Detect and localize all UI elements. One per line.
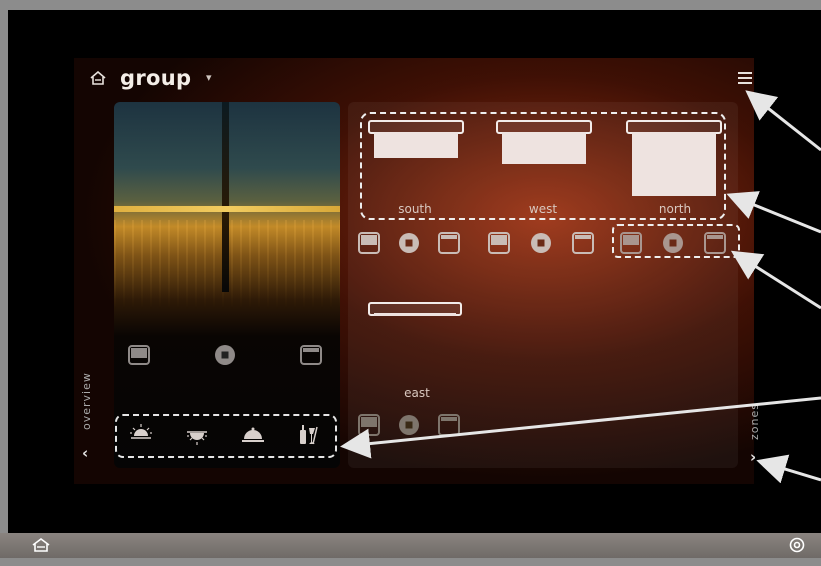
overview-nav-label[interactable]: overview [80, 372, 93, 430]
shade-label-east: east [404, 386, 430, 400]
chevron-right-icon[interactable]: › [750, 448, 756, 466]
shade-raise-icon[interactable] [300, 345, 322, 365]
shade-label-west: west [528, 202, 558, 216]
shade-control-panel: group ▾ south west north east overview ‹… [74, 58, 761, 484]
group-title[interactable]: group [120, 66, 191, 90]
window-frame-horizontal [114, 206, 340, 212]
house-icon[interactable] [32, 538, 50, 552]
shade-lower-icon[interactable] [128, 345, 150, 365]
entertain-icon[interactable] [296, 422, 322, 446]
shade-stop-icon[interactable] [398, 414, 420, 436]
chevron-left-icon[interactable]: ‹ [82, 444, 88, 462]
zones-card: south west north east [348, 102, 740, 468]
shade-stop-icon[interactable] [662, 232, 684, 254]
status-bar [0, 533, 821, 558]
shade-lower-icon[interactable] [358, 232, 380, 254]
shade-raise-icon[interactable] [438, 414, 460, 436]
shade-stop-icon[interactable] [214, 344, 236, 366]
shade-lower-icon[interactable] [358, 414, 380, 436]
overview-card [114, 102, 340, 468]
house-icon[interactable] [90, 71, 106, 85]
window-frame-vertical [222, 102, 229, 292]
touchscreen-display: group ▾ south west north east overview ‹… [8, 10, 821, 534]
shade-lower-icon[interactable] [620, 232, 642, 254]
dinner-icon[interactable] [240, 422, 266, 446]
shade-label-south: south [398, 202, 432, 216]
shade-stop-icon[interactable] [398, 232, 420, 254]
zones-nav-label[interactable]: zones [748, 403, 761, 440]
shade-lower-icon[interactable] [488, 232, 510, 254]
sunrise-icon[interactable] [128, 422, 154, 446]
shade-stop-icon[interactable] [530, 232, 552, 254]
shade-raise-icon[interactable] [704, 232, 726, 254]
hamburger-menu-icon[interactable] [738, 72, 752, 86]
settings-icon[interactable] [789, 537, 805, 553]
shade-label-north: north [658, 202, 692, 216]
shade-raise-icon[interactable] [438, 232, 460, 254]
sunset-icon[interactable] [184, 422, 210, 446]
group-dropdown-caret-icon[interactable]: ▾ [206, 71, 212, 84]
shade-raise-icon[interactable] [572, 232, 594, 254]
